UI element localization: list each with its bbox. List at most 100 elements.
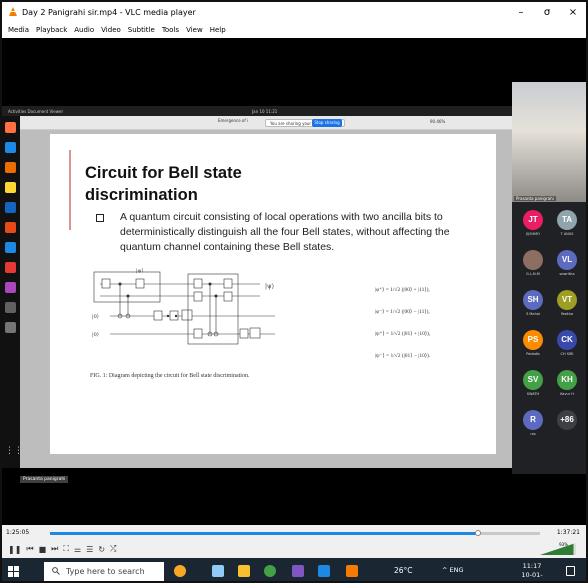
maximize-button[interactable]: σ [534,7,560,18]
equation-psi-plus: |ψ⁺⟩ = 1/√2 (|01⟩ + |10⟩), [375,331,431,337]
emoji-widget-icon[interactable] [174,565,186,577]
avatar [523,250,543,270]
next-button-icon[interactable]: ⏭ [51,544,58,554]
pause-button-icon[interactable]: ❚❚ [8,545,21,554]
seek-bar[interactable] [50,530,540,536]
participant-name: G.L.N.M [526,272,540,276]
store-icon[interactable] [318,565,330,577]
zoom-level[interactable]: 90.46% [430,119,445,124]
seek-handle[interactable] [475,530,481,536]
avatar: VL [557,250,577,270]
slide-accent-line [69,150,71,230]
close-button[interactable]: × [560,7,586,18]
participant-tile[interactable]: TA T ANUS [552,208,582,244]
menu-playback[interactable]: Playback [36,26,67,34]
menu-video[interactable]: Video [101,26,121,34]
participant-tile[interactable]: Rros [518,408,548,444]
app-icon [5,282,16,293]
participants-panel: Prasanta panigrahi JT JIJSHMO TA T ANUS G.L.… [512,82,586,474]
participant-tile[interactable]: PS Pedadis [518,328,548,364]
menu-bar: Media Playback Audio Video Subtitle Tool… [2,22,586,38]
fullscreen-button-icon[interactable]: ⛶ [63,544,69,554]
writer-icon [5,202,16,213]
bell-circuit-diagram: |ψ⟩ |ψ⟩ |0⟩ |0⟩ [92,268,275,345]
app-icon[interactable] [292,565,304,577]
participant-tile[interactable]: SH S Mahai [518,288,548,324]
circuit-output-label: |ψ⟩ [265,283,274,290]
vlc-cone-icon [9,7,17,16]
avatar: R [523,410,543,430]
previous-button-icon[interactable]: ⏮ [26,544,33,554]
seek-progress [50,532,478,535]
thunderbird-icon [5,142,16,153]
remote-activities-label: Activities Document Viewer [8,108,64,114]
circuit-caption: FIG. 1: Diagram depicting the circuit fo… [90,373,250,379]
stop-button-icon[interactable]: ■ [39,545,47,554]
loop-button-icon[interactable]: ↻ [98,545,105,554]
participant-tile[interactable]: KH Kavur H [552,368,582,404]
bell-state-equations: |φ⁺⟩ = 1/√2 (|00⟩ + |11⟩), |φ⁻⟩ = 1/√2 (… [375,279,485,367]
rhythmbox-icon [5,182,16,193]
file-explorer-icon[interactable] [238,565,250,577]
menu-media[interactable]: Media [8,26,29,34]
menu-view[interactable]: View [186,26,203,34]
participant-name: sowritha [559,272,575,276]
participant-tile[interactable]: CK CH SIRI [552,328,582,364]
participant-tile[interactable]: JT JIJSHMO [518,208,548,244]
playlist-button-icon[interactable]: ☰ [86,545,93,554]
participant-tile[interactable]: +86 [552,408,582,444]
menu-tools[interactable]: Tools [162,26,179,34]
help-icon [5,242,16,253]
video-area[interactable]: Activities Document Viewer Jan 10 11:21 … [2,38,586,525]
taskbar-search-input[interactable]: Type here to search [44,562,164,581]
windows-taskbar: Type here to search 26°C ^ ENG 11:17 10-… [2,558,586,581]
avatar: CK [557,330,577,350]
chrome-icon[interactable] [264,565,276,577]
participant-tile[interactable]: VT Yesitha [552,288,582,324]
participant-tile[interactable]: G.L.N.M [518,248,548,284]
bullet-checkbox-icon [96,214,104,222]
slide-title: Circuit for Bell state discrimination [85,164,242,204]
menu-subtitle[interactable]: Subtitle [128,26,155,34]
stop-sharing-button[interactable]: Stop sharing [312,119,342,127]
avatar: SV [523,370,543,390]
remote-clock: Jan 10 11:21 [252,108,278,114]
taskbar-clock[interactable]: 11:17 10-01-2024 [514,562,550,581]
avatar: TA [557,210,577,230]
remote-desktop-topbar: Activities Document Viewer Jan 10 11:21 [2,106,512,116]
circuit-input-label: |ψ⟩ [136,268,144,274]
random-button-icon[interactable]: ⤮ [110,544,116,554]
speaker-video-tile[interactable]: Prasanta panigrahi [512,82,586,202]
playback-controls: ❚❚ ⏮ ■ ⏭ ⛶ ⚌ ☰ ↻ ⤮ [2,541,586,557]
software-icon [5,222,16,233]
slide: Circuit for Bell state discrimination A … [50,134,496,454]
window-title: Day 2 Panigrahi sir.mp4 - VLC media play… [22,7,196,17]
avatar: SH [523,290,543,310]
extended-settings-icon[interactable]: ⚌ [74,545,81,554]
chrome-icon [5,262,16,273]
avatar: KH [557,370,577,390]
menu-audio[interactable]: Audio [74,26,94,34]
weather-widget[interactable]: 26°C [394,566,413,575]
participant-name: SWATH [526,392,540,396]
equation-phi-minus: |φ⁻⟩ = 1/√2 (|00⟩ − |11⟩), [375,309,430,315]
system-tray[interactable]: ^ ENG [442,566,464,574]
document-page-label: Emergence of i [218,118,249,123]
participant-tile[interactable]: SV SWATH [518,368,548,404]
windows-start-icon[interactable] [8,566,19,577]
task-view-icon[interactable] [212,565,224,577]
seek-row: 1:25:05 1:37:21 [2,525,586,541]
vlc-taskbar-icon[interactable] [346,565,358,577]
notification-icon[interactable] [566,566,575,576]
menu-help[interactable]: Help [210,26,226,34]
participant-tile[interactable]: VL sowritha [552,248,582,284]
volume-slider[interactable] [540,543,576,555]
participant-name: Yesitha [560,312,574,316]
avatar: VT [557,290,577,310]
circuit-ancilla-2-label: |0⟩ [92,332,99,338]
avatar: JT [523,210,543,230]
minimize-button[interactable]: – [508,7,534,18]
participant-name: JIJSHMO [526,232,540,236]
files-icon [5,162,16,173]
circuit-ancilla-1-label: |0⟩ [92,314,99,320]
